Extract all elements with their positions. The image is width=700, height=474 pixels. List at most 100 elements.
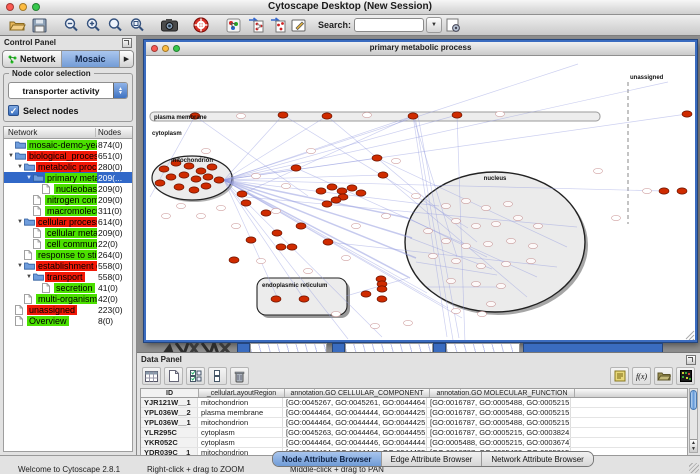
function-builder-icon[interactable]: f(x) xyxy=(632,367,651,385)
zoom-in-icon[interactable] xyxy=(82,16,104,35)
node-color-dropdown[interactable]: transporter activity ▲▼ xyxy=(8,82,128,99)
tab-overflow-icon[interactable]: ▶ xyxy=(120,51,133,67)
expand-arrow-icon[interactable]: ▼ xyxy=(25,175,33,181)
table-row[interactable]: YLR295Ccytoplasm[GO:0045263, GO:0044464,… xyxy=(141,428,687,438)
tree-row[interactable]: cellular metabo209(0) xyxy=(4,227,132,238)
table-row[interactable]: YPL036W__2plasma membrane[GO:0044464, GO… xyxy=(141,408,687,418)
table-cell[interactable]: [GO:0005488, GO:0005215, GO:0003674] xyxy=(427,438,571,447)
search-config-icon[interactable] xyxy=(442,16,464,35)
tab-mosaic[interactable]: Mosaic xyxy=(62,51,121,67)
unselect-attributes-icon[interactable] xyxy=(208,367,227,385)
network-window-titlebar[interactable]: primary metabolic process xyxy=(146,42,695,56)
save-icon[interactable] xyxy=(28,16,50,35)
matrix-icon[interactable] xyxy=(676,367,695,385)
float-data-panel-icon[interactable] xyxy=(686,355,696,365)
expand-arrow-icon[interactable]: ▼ xyxy=(16,164,24,170)
table-cell[interactable] xyxy=(571,418,687,427)
table-cell[interactable]: YLR295C xyxy=(141,428,198,437)
search-input[interactable] xyxy=(354,18,424,32)
apply-layout-icon[interactable] xyxy=(244,16,266,35)
table-column-header[interactable]: _cellularLayoutRegion xyxy=(199,389,285,397)
table-cell[interactable]: cytoplasm xyxy=(198,428,283,437)
table-cell[interactable]: [GO:0016787, GO:0005488, GO:0005215, G..… xyxy=(427,408,571,417)
table-cell[interactable]: mitochondrion xyxy=(198,398,283,407)
expand-arrow-icon[interactable]: ▼ xyxy=(7,153,15,159)
table-column-header[interactable]: annotation.GO CELLULAR_COMPONENT xyxy=(285,389,430,397)
table-cell[interactable]: [GO:0016787, GO:0005215, GO:0003824, G..… xyxy=(427,428,571,437)
attribute-browser-tab[interactable]: Network Attribute Browser xyxy=(482,452,592,466)
tree-row[interactable]: unassigned223(0) xyxy=(4,304,132,315)
table-cell[interactable]: [GO:0044464, GO:0044444, GO:0044425, G..… xyxy=(283,418,427,427)
network-canvas-svg[interactable]: plasma membranecytoplasmmitochondrionnuc… xyxy=(146,56,695,340)
table-cell[interactable]: YJR121W__1 xyxy=(141,398,198,407)
tree-row[interactable]: macromolecule311(0) xyxy=(4,205,132,216)
attribute-browser-tab[interactable]: Edge Attribute Browser xyxy=(382,452,483,466)
tree-row[interactable]: nucleobase-209(0) xyxy=(4,183,132,194)
apply-layout-alt-icon[interactable] xyxy=(266,16,288,35)
search-dropdown-icon[interactable]: ▼ xyxy=(426,17,442,33)
table-cell[interactable] xyxy=(571,408,687,417)
table-cell[interactable]: [GO:0045263, GO:0044464, GO:0044455, G..… xyxy=(283,428,427,437)
snapshot-icon[interactable] xyxy=(158,16,180,35)
table-row[interactable]: YJR121W__1mitochondrion[GO:0045267, GO:0… xyxy=(141,398,687,408)
table-cell[interactable] xyxy=(571,428,687,437)
tree-row[interactable]: Overview8(0) xyxy=(4,315,132,326)
tree-row[interactable]: multi-organism pro42(0) xyxy=(4,293,132,304)
annotation-icon[interactable] xyxy=(288,16,310,35)
attribute-browser-tab[interactable]: Node Attribute Browser xyxy=(273,452,382,466)
select-attributes-icon[interactable] xyxy=(186,367,205,385)
delete-attribute-icon[interactable] xyxy=(230,367,249,385)
table-scrollbar-arrows[interactable]: ▲▼ xyxy=(690,439,697,452)
zoom-fit-icon[interactable] xyxy=(104,16,126,35)
network-canvas[interactable]: plasma membranecytoplasmmitochondrionnuc… xyxy=(146,56,695,340)
resize-grip[interactable] xyxy=(689,463,699,473)
table-row[interactable]: YPL036W__1mitochondrion[GO:0044464, GO:0… xyxy=(141,418,687,428)
attribute-table-header[interactable]: ID_cellularLayoutRegionannotation.GO CEL… xyxy=(140,388,688,398)
help-icon[interactable] xyxy=(190,16,212,35)
tab-network[interactable]: Network xyxy=(3,51,62,67)
tree-row[interactable]: ▼primary metabo209(... xyxy=(4,172,132,183)
table-cell[interactable] xyxy=(571,438,687,447)
table-cell[interactable]: [GO:0016787, GO:0005488, GO:0005215, G..… xyxy=(427,398,571,407)
tree-row[interactable]: mosaic-demo-yeast874(0) xyxy=(4,139,132,150)
tree-row[interactable]: secretion41(0) xyxy=(4,282,132,293)
table-cell[interactable]: [GO:0045267, GO:0045261, GO:0044464, G..… xyxy=(283,398,427,407)
expand-arrow-icon[interactable]: ▼ xyxy=(16,263,24,269)
tree-row[interactable]: ▼establishment of lo558(0) xyxy=(4,260,132,271)
tree-row[interactable]: nitrogen compo209(0) xyxy=(4,194,132,205)
float-panel-icon[interactable] xyxy=(122,38,132,48)
tree-row[interactable]: ▼biological_process651(0) xyxy=(4,150,132,161)
table-cell[interactable]: YPL036W__1 xyxy=(141,418,198,427)
tree-col-nodes[interactable]: Nodes xyxy=(96,128,132,137)
table-column-header[interactable]: annotation.GO MOLECULAR_FUNCTION xyxy=(430,389,575,397)
table-cell[interactable]: [GO:0044464, GO:0044446, GO:0044444, G..… xyxy=(283,438,427,447)
expand-arrow-icon[interactable]: ▼ xyxy=(16,219,24,225)
table-cell[interactable]: [GO:0044464, GO:0044444, GO:0044425, G..… xyxy=(283,408,427,417)
tree-row[interactable]: response to stimulu264(0) xyxy=(4,249,132,260)
network-tree-header[interactable]: Network Nodes xyxy=(3,126,133,139)
notes-icon[interactable] xyxy=(610,367,629,385)
tree-row[interactable]: ▼metabolic process280(0) xyxy=(4,161,132,172)
table-cell[interactable]: plasma membrane xyxy=(198,408,283,417)
attribute-table[interactable]: ID_cellularLayoutRegionannotation.GO CEL… xyxy=(140,388,688,459)
table-cell[interactable] xyxy=(571,398,687,407)
zoom-selected-icon[interactable] xyxy=(126,16,148,35)
table-cell[interactable]: YPL036W__2 xyxy=(141,408,198,417)
select-nodes-checkbox[interactable]: ✓ xyxy=(8,105,19,116)
table-column-header[interactable] xyxy=(575,389,687,397)
table-cell[interactable]: mitochondrion xyxy=(198,418,283,427)
table-cell[interactable]: cytoplasm xyxy=(198,438,283,447)
attribute-grid-icon[interactable] xyxy=(142,367,161,385)
table-cell[interactable]: [GO:0016787, GO:0005488, GO:0005215, G..… xyxy=(427,418,571,427)
tree-col-network[interactable]: Network xyxy=(4,128,96,137)
tree-row[interactable]: ▼cellular process614(0) xyxy=(4,216,132,227)
tree-row[interactable]: ▼transport558(0) xyxy=(4,271,132,282)
table-column-header[interactable]: ID xyxy=(141,389,199,397)
zoom-out-icon[interactable] xyxy=(60,16,82,35)
import-attributes-icon[interactable] xyxy=(654,367,673,385)
table-row[interactable]: YKR052Ccytoplasm[GO:0044464, GO:0044446,… xyxy=(141,438,687,448)
vizmapper-icon[interactable] xyxy=(222,16,244,35)
table-scrollbar[interactable]: ▲▼ xyxy=(689,388,698,453)
new-attribute-icon[interactable] xyxy=(164,367,183,385)
table-scrollbar-thumb[interactable] xyxy=(690,390,697,410)
